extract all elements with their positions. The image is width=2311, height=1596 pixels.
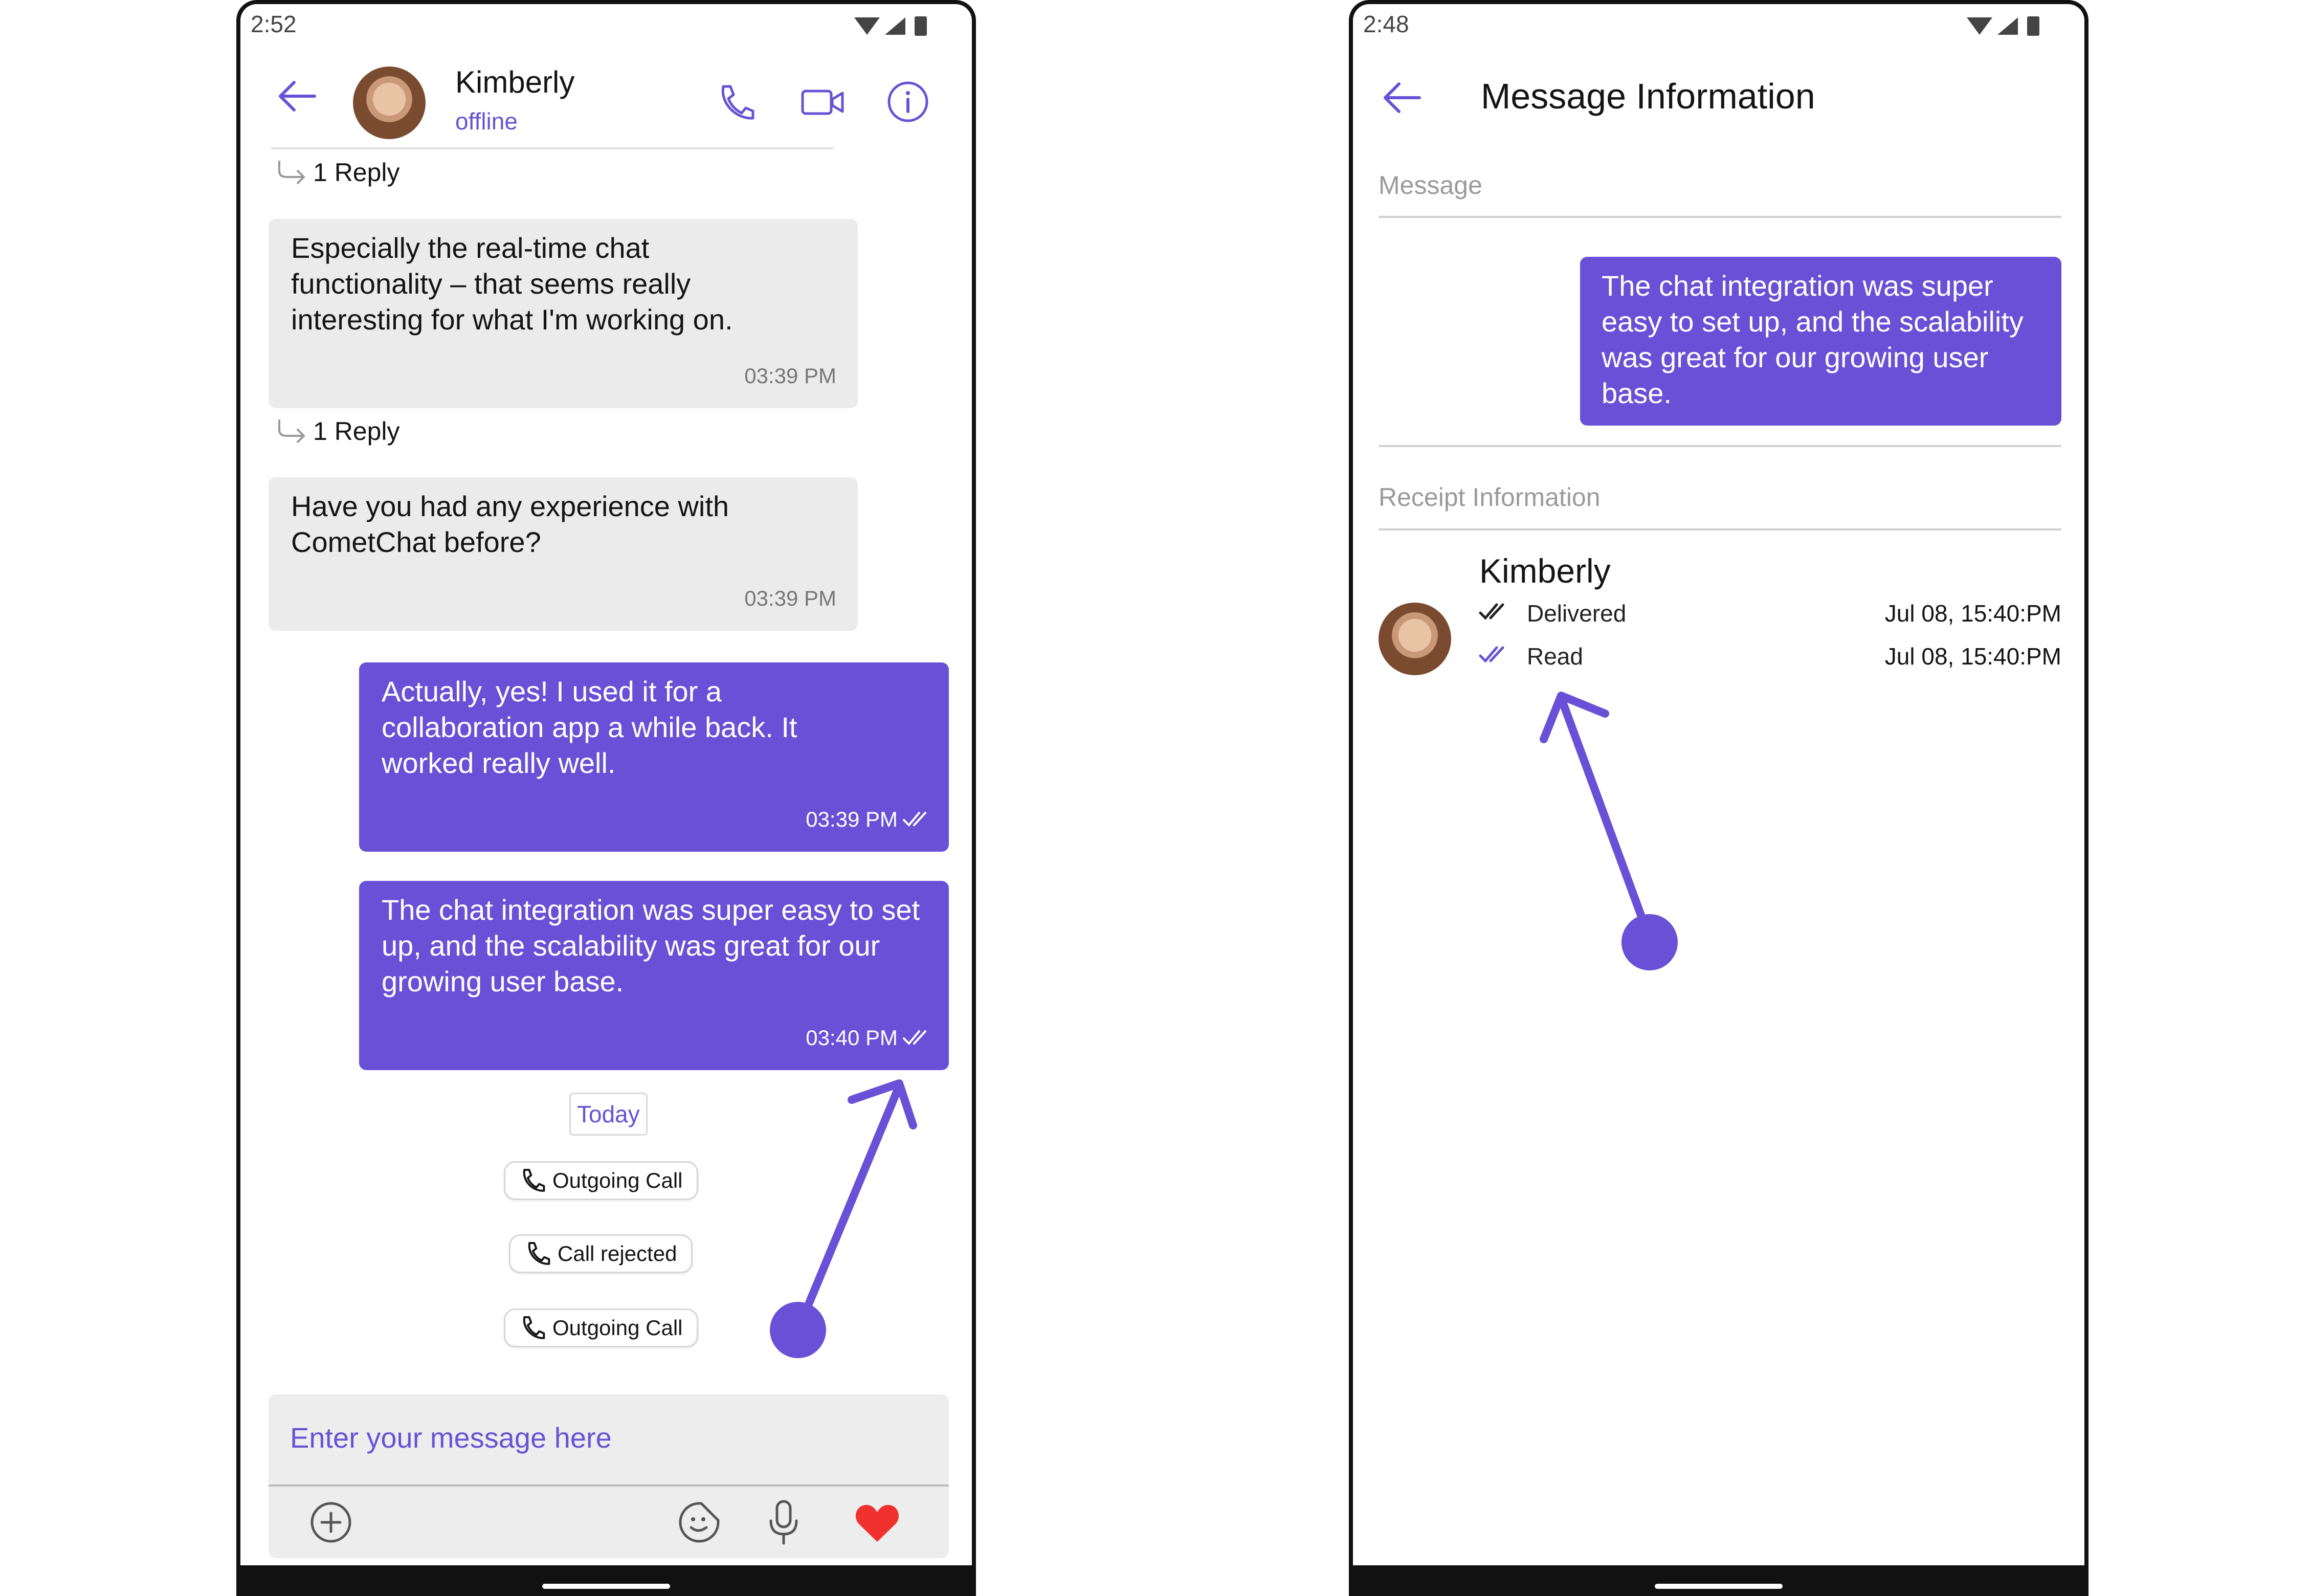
annotation-layer xyxy=(770,692,1678,1358)
annotation-arrow-left xyxy=(770,1079,917,1358)
annotation-arrow-right xyxy=(1540,692,1678,970)
